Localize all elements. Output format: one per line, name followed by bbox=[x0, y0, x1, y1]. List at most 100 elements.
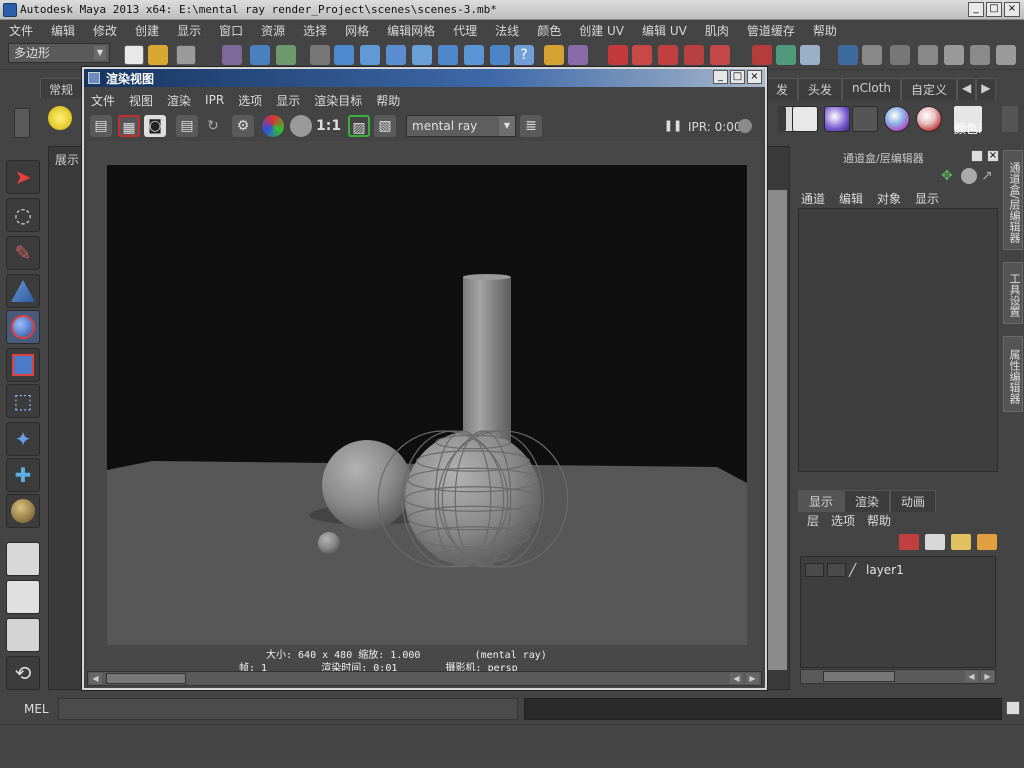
render-settings-icon[interactable] bbox=[800, 45, 820, 65]
toggle-modeling-toolkit-icon[interactable] bbox=[918, 45, 938, 65]
toggle-tool-settings-icon[interactable] bbox=[862, 45, 882, 65]
single-perspective-layout-icon[interactable] bbox=[6, 542, 40, 576]
snap-grid-icon[interactable] bbox=[334, 45, 354, 65]
menu-proxy[interactable]: 代理 bbox=[444, 22, 486, 39]
magnet-point-icon[interactable] bbox=[658, 45, 678, 65]
menu-help[interactable]: 帮助 bbox=[804, 22, 846, 39]
render-view-maximize-button[interactable]: □ bbox=[730, 70, 745, 84]
hypershade-icon[interactable] bbox=[792, 106, 818, 132]
render-canvas[interactable] bbox=[87, 141, 762, 671]
real-size-button[interactable]: 1:1 bbox=[316, 115, 341, 137]
menu-muscle[interactable]: 肌肉 bbox=[696, 22, 738, 39]
layer-display-type-toggle[interactable] bbox=[827, 563, 846, 577]
toggle-outliner-icon[interactable] bbox=[944, 45, 964, 65]
lock-icon[interactable] bbox=[544, 45, 564, 65]
menu-file[interactable]: 文件 bbox=[0, 22, 42, 39]
magnet-live-icon[interactable] bbox=[710, 45, 730, 65]
snap-curve-icon[interactable] bbox=[360, 45, 380, 65]
menu-select[interactable]: 选择 bbox=[294, 22, 336, 39]
menu-mesh[interactable]: 网格 bbox=[336, 22, 378, 39]
render-region-icon[interactable]: ▦ bbox=[118, 115, 140, 137]
pause-ipr-icon[interactable]: ❚❚ bbox=[662, 115, 684, 137]
layer-tab-animation[interactable]: 动画 bbox=[890, 490, 937, 512]
remove-image-icon[interactable]: ▧ bbox=[374, 115, 396, 137]
menu-normals[interactable]: 法线 bbox=[486, 22, 528, 39]
menu-color[interactable]: 颜色 bbox=[528, 22, 570, 39]
render-view-title-bar[interactable]: 渲染视图 _ □ × bbox=[84, 69, 765, 87]
close-button[interactable]: × bbox=[1004, 2, 1020, 17]
show-manipulator-icon[interactable]: ✚ bbox=[6, 458, 40, 492]
custom-layout-icon[interactable]: ⟲ bbox=[6, 656, 40, 690]
toggle-layer-editor-icon[interactable] bbox=[970, 45, 990, 65]
minimize-button[interactable]: _ bbox=[968, 2, 984, 17]
new-layer-selected-icon[interactable] bbox=[977, 534, 997, 550]
le-menu-options[interactable]: 选项 bbox=[831, 512, 855, 529]
float-panel-icon[interactable] bbox=[971, 150, 983, 162]
render-layers-icon[interactable]: ≣ bbox=[520, 115, 542, 137]
history-icon[interactable] bbox=[464, 45, 484, 65]
shelf-tab-partial[interactable]: 发 bbox=[766, 78, 799, 100]
layer-tab-display[interactable]: 显示 bbox=[798, 490, 845, 512]
renderer-select[interactable]: mental ray ▼ bbox=[406, 115, 516, 137]
delete-shader-icon[interactable] bbox=[852, 106, 878, 132]
maximize-button[interactable]: □ bbox=[986, 2, 1002, 17]
magnet-plane-icon[interactable] bbox=[684, 45, 704, 65]
select-tool-icon[interactable]: ➤ bbox=[6, 160, 40, 194]
render-view-scrollbar[interactable]: ◀ ◀ ▶ bbox=[87, 671, 762, 686]
select-object-icon[interactable] bbox=[250, 45, 270, 65]
channel-box-body[interactable] bbox=[798, 208, 998, 472]
save-scene-icon[interactable] bbox=[176, 45, 196, 65]
rv-menu-render-target[interactable]: 渲染目标 bbox=[307, 92, 369, 109]
new-layer-icon[interactable] bbox=[951, 534, 971, 550]
scroll-left-icon[interactable]: ◀ bbox=[965, 671, 978, 682]
le-menu-layers[interactable]: 层 bbox=[807, 512, 819, 529]
scrollbar-thumb[interactable] bbox=[823, 671, 895, 682]
paint-brush-icon[interactable] bbox=[916, 106, 942, 132]
four-view-layout-icon[interactable] bbox=[6, 580, 40, 614]
rv-menu-options[interactable]: 选项 bbox=[231, 92, 269, 109]
magnet-icon[interactable] bbox=[608, 45, 628, 65]
shelf-tab-scroll-left-icon[interactable]: ◀ bbox=[957, 78, 977, 100]
redo-ipr-render-icon[interactable]: ▤ bbox=[176, 115, 198, 137]
move-layer-up-icon[interactable] bbox=[899, 534, 919, 550]
layer-tab-render[interactable]: 渲染 bbox=[844, 490, 891, 512]
rv-menu-file[interactable]: 文件 bbox=[84, 92, 122, 109]
scrollbar-thumb[interactable] bbox=[106, 673, 186, 684]
layer-name[interactable]: layer1 bbox=[866, 563, 904, 577]
snapshot-camera-icon[interactable]: ◙ bbox=[144, 115, 166, 137]
cb-menu-show[interactable]: 显示 bbox=[915, 190, 939, 207]
channel-box-manip-icon[interactable]: ✥ bbox=[941, 168, 957, 184]
shelf-tab-custom[interactable]: 自定义 bbox=[901, 78, 958, 100]
outliner-layout-icon[interactable] bbox=[6, 618, 40, 652]
construction-icon[interactable] bbox=[490, 45, 510, 65]
chevron-down-icon[interactable]: ▼ bbox=[94, 46, 106, 60]
script-editor-icon[interactable] bbox=[1006, 701, 1020, 715]
menu-set-select[interactable]: 多边形 ▼ bbox=[8, 43, 110, 63]
list-item[interactable]: ╱ layer1 bbox=[805, 561, 991, 579]
soft-modification-icon[interactable]: ✦ bbox=[6, 422, 40, 456]
render-settings-window-icon[interactable]: ⚙ bbox=[232, 115, 254, 137]
channel-box-pick-icon[interactable]: ↗ bbox=[981, 168, 997, 184]
rv-menu-view[interactable]: 视图 bbox=[122, 92, 160, 109]
magnet-curve-icon[interactable] bbox=[632, 45, 652, 65]
side-tab-channel-box[interactable]: 通道盒/层编辑器 bbox=[1003, 150, 1023, 250]
menu-pipeline-cache[interactable]: 管道缓存 bbox=[738, 22, 804, 39]
close-panel-icon[interactable]: × bbox=[987, 150, 999, 162]
scroll-right-icon[interactable]: ▶ bbox=[746, 673, 759, 684]
shelf-tab-hair[interactable]: 头发 bbox=[798, 78, 843, 100]
layer-color-icon[interactable]: ╱ bbox=[849, 563, 863, 577]
layer-visibility-toggle[interactable] bbox=[805, 563, 824, 577]
new-scene-icon[interactable] bbox=[124, 45, 144, 65]
last-tool-icon[interactable] bbox=[6, 494, 40, 528]
keep-image-icon[interactable]: ▨ bbox=[348, 115, 370, 137]
scroll-left-icon[interactable]: ◀ bbox=[730, 673, 743, 684]
rv-menu-help[interactable]: 帮助 bbox=[369, 92, 407, 109]
rv-menu-ipr[interactable]: IPR bbox=[198, 93, 231, 107]
cb-menu-object[interactable]: 对象 bbox=[877, 190, 901, 207]
menu-create-uvs[interactable]: 创建 UV bbox=[570, 22, 633, 39]
redo-previous-render-icon[interactable]: ▤ bbox=[90, 115, 112, 137]
menu-modify[interactable]: 修改 bbox=[84, 22, 126, 39]
shelf-tab-general[interactable]: 常规 bbox=[40, 78, 83, 98]
rotate-tool-icon[interactable] bbox=[6, 310, 40, 344]
help-icon[interactable]: ? bbox=[514, 45, 534, 65]
